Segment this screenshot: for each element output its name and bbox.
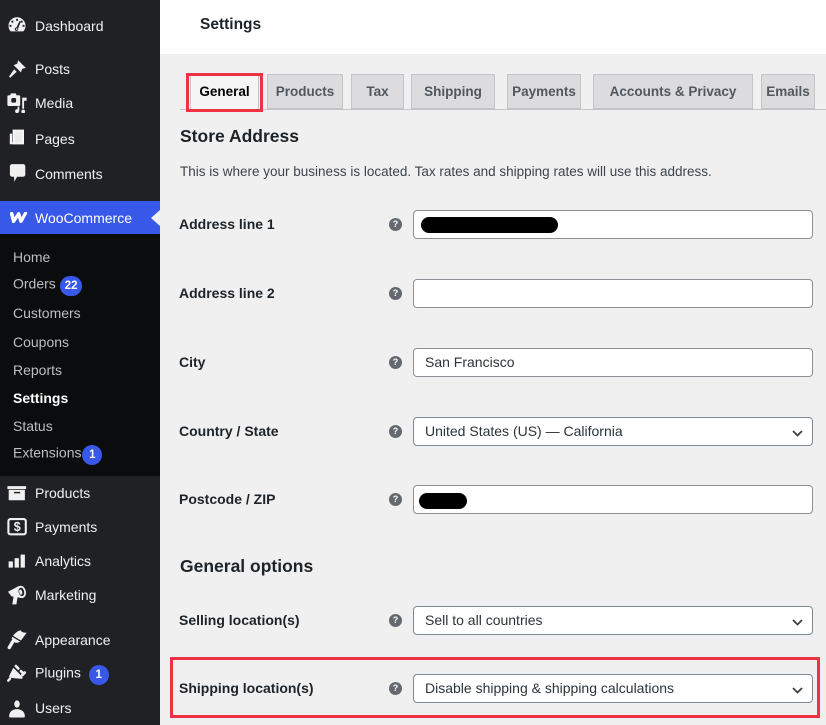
svg-text:$: $ — [14, 520, 21, 534]
